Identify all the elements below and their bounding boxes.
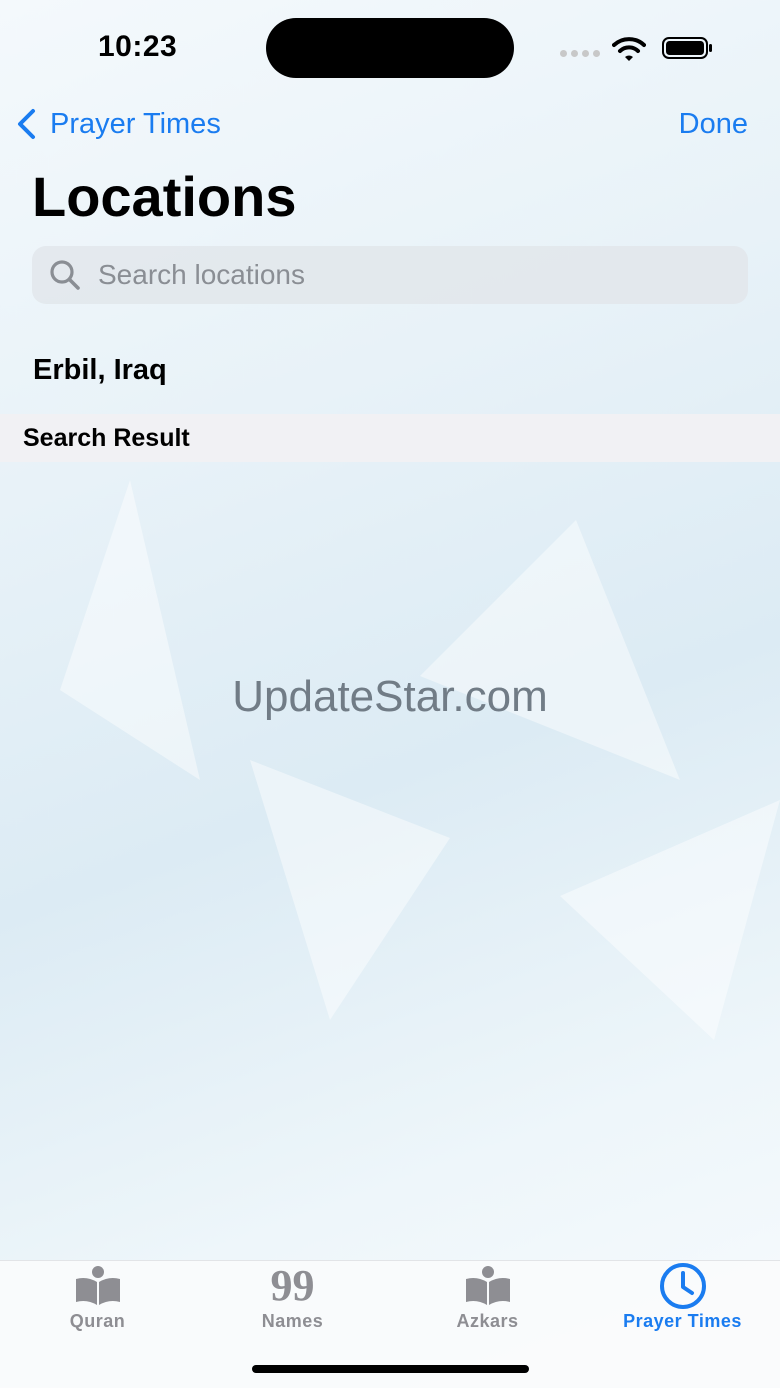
background-shard	[420, 520, 680, 780]
dynamic-island	[266, 18, 514, 78]
chevron-left-icon	[18, 109, 35, 139]
tab-azkars[interactable]: Azkars	[390, 1261, 585, 1341]
section-header: Search Result	[0, 414, 780, 462]
back-button[interactable]: Prayer Times	[16, 104, 221, 144]
location-label: Erbil, Iraq	[33, 354, 167, 386]
cellular-signal-icon	[560, 50, 600, 57]
list-item[interactable]: Erbil, Iraq	[0, 336, 780, 412]
status-time: 10:23	[98, 30, 178, 63]
background-shard	[60, 480, 200, 780]
wifi-icon	[612, 37, 646, 61]
status-bar: 10:23	[0, 0, 780, 96]
search-input[interactable]	[96, 258, 700, 292]
book-icon	[75, 1266, 120, 1305]
background-shard	[250, 760, 450, 1020]
tab-label: Quran	[69, 1311, 126, 1331]
page-title: Locations	[32, 165, 297, 228]
tab-label: Prayer Times	[623, 1311, 742, 1331]
book-icon	[465, 1266, 510, 1305]
tab-label: Azkars	[456, 1311, 519, 1331]
ninety-nine-icon: 99	[270, 1261, 315, 1310]
tab-names[interactable]: 99 Names	[195, 1261, 390, 1341]
back-button-label: Prayer Times	[50, 107, 221, 140]
search-icon	[50, 260, 80, 290]
background-shard	[560, 800, 780, 1040]
tab-prayer-times[interactable]: Prayer Times	[585, 1261, 780, 1341]
tab-quran[interactable]: Quran	[0, 1261, 195, 1341]
done-button[interactable]: Done	[679, 104, 748, 144]
section-header-label: Search Result	[23, 424, 190, 452]
tab-label: Names	[261, 1311, 324, 1331]
home-indicator[interactable]	[252, 1365, 529, 1373]
search-bar[interactable]	[32, 246, 748, 304]
watermark: UpdateStar.com	[232, 672, 548, 721]
clock-icon	[659, 1263, 706, 1309]
battery-icon	[662, 37, 712, 59]
